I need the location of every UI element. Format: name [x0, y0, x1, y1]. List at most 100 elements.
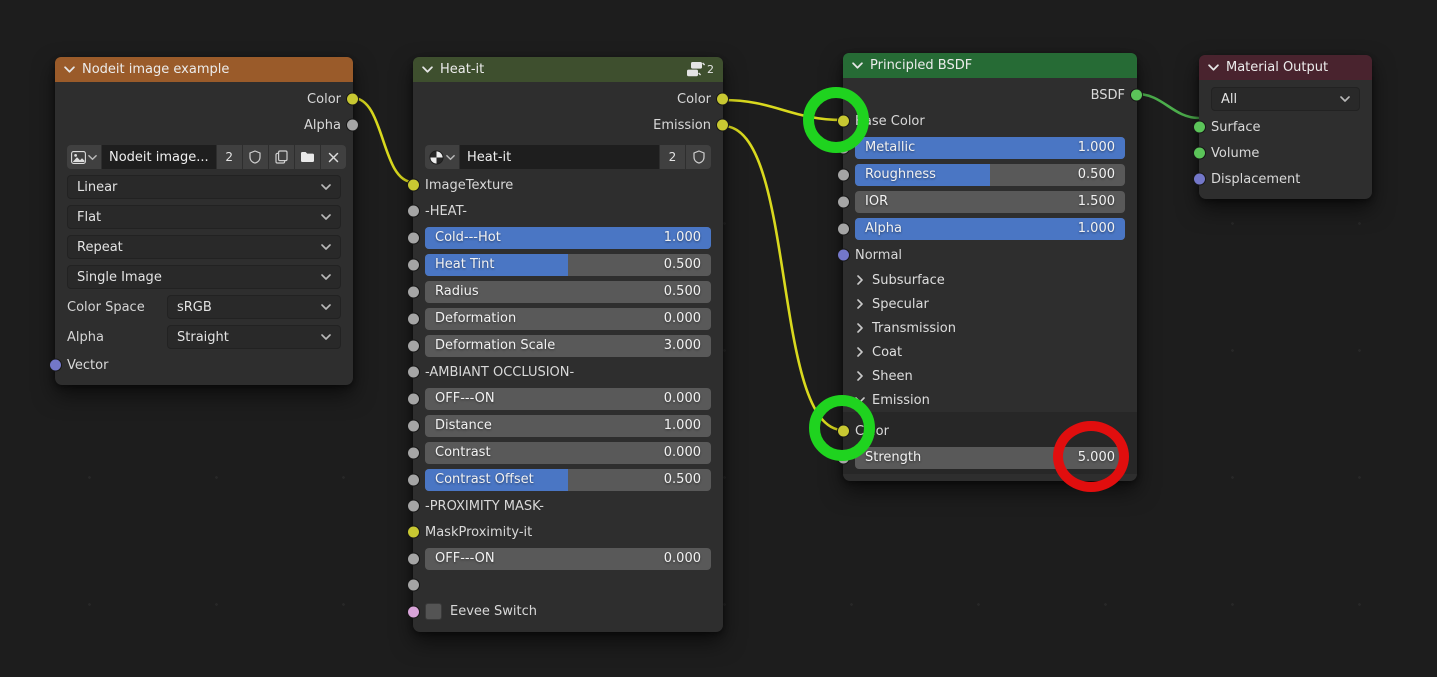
close-icon[interactable]	[321, 145, 346, 169]
node-header-heat-it[interactable]: Heat-it2	[413, 57, 723, 82]
dropdown-flat[interactable]: Flat	[67, 205, 341, 229]
node-principled-bsdf[interactable]: Principled BSDFBSDFBase ColorMetallic1.0…	[843, 53, 1137, 481]
image-name-field[interactable]: Nodeit image...	[102, 145, 216, 169]
slider-roughness[interactable]: Roughness0.500	[855, 164, 1125, 186]
material-output-displacement-socket[interactable]	[1193, 173, 1206, 186]
dropdown-repeat[interactable]: Repeat	[67, 235, 341, 259]
slider-radius[interactable]: Radius0.500	[425, 281, 711, 303]
node-header-material-output[interactable]: Material Output	[1199, 55, 1372, 80]
heat-it-imagetexture-socket[interactable]	[407, 179, 420, 192]
slider-value: 1.000	[664, 230, 701, 245]
principled-bsdf-bsdf-socket[interactable]	[1130, 89, 1143, 102]
shield-icon[interactable]	[243, 145, 268, 169]
chevron-right-icon[interactable]	[855, 347, 865, 357]
folder-icon[interactable]	[295, 145, 320, 169]
image-users-button[interactable]: 2	[217, 145, 242, 169]
section-label: Emission	[872, 393, 930, 408]
gray-socket[interactable]	[407, 231, 420, 244]
gray-socket[interactable]	[837, 195, 850, 208]
material-output-volume-socket[interactable]	[1193, 147, 1206, 160]
chevron-right-icon[interactable]	[855, 299, 865, 309]
node-nodeit-image-example[interactable]: Nodeit image exampleColorAlphaNodeit ima…	[55, 57, 353, 385]
input-label: Vector	[67, 358, 108, 373]
section-emission[interactable]: Emission	[843, 388, 1137, 412]
group-users-button[interactable]: 2	[660, 145, 685, 169]
gray-socket[interactable]	[407, 446, 420, 459]
duplicate-icon[interactable]	[269, 145, 294, 169]
slider-row-contrast: Contrast0.000	[413, 439, 723, 466]
chevron-down-icon	[321, 212, 331, 222]
checkbox-unchecked[interactable]	[425, 603, 442, 620]
slider-off-on[interactable]: OFF---ON0.000	[425, 548, 711, 570]
input--proximity-mask-: -PROXIMITY MASK-	[413, 493, 723, 519]
collapse-chevron-icon[interactable]	[64, 64, 75, 75]
slider-contrast-offset[interactable]: Contrast Offset0.500	[425, 469, 711, 491]
collapse-chevron-icon[interactable]	[1208, 62, 1219, 73]
heat-it--ambiant-occlusion--socket[interactable]	[407, 366, 420, 379]
chevron-right-icon[interactable]	[855, 323, 865, 333]
gray-socket[interactable]	[407, 339, 420, 352]
section-sheen[interactable]: Sheen	[843, 364, 1137, 388]
dropdown-straight[interactable]: Straight	[167, 325, 341, 349]
node-material-output[interactable]: Material OutputAllSurfaceVolumeDisplacem…	[1199, 55, 1372, 199]
heat-it--heat--socket[interactable]	[407, 205, 420, 218]
node-header-nodeit-image-example[interactable]: Nodeit image example	[55, 57, 353, 82]
heat-it-color-socket[interactable]	[716, 93, 729, 106]
principled-bsdf-base-color-socket[interactable]	[837, 115, 850, 128]
gray-socket[interactable]	[407, 473, 420, 486]
section-subsurface[interactable]: Subsurface	[843, 268, 1137, 292]
gray-socket[interactable]	[407, 579, 420, 592]
gray-socket[interactable]	[837, 222, 850, 235]
heat-it--proximity-mask--socket[interactable]	[407, 500, 420, 513]
slider-metallic[interactable]: Metallic1.000	[855, 137, 1125, 159]
slider-contrast[interactable]: Contrast0.000	[425, 442, 711, 464]
group-name-field[interactable]: Heat-it	[460, 145, 659, 169]
dropdown-single-image[interactable]: Single Image	[67, 265, 341, 289]
section-coat[interactable]: Coat	[843, 340, 1137, 364]
users-count: 2	[707, 63, 714, 76]
slider-strength[interactable]: Strength5.000	[855, 447, 1125, 469]
heat-it-maskproximity-it-socket[interactable]	[407, 526, 420, 539]
gray-socket[interactable]	[407, 312, 420, 325]
slider-cold-hot[interactable]: Cold---Hot1.000	[425, 227, 711, 249]
gray-socket[interactable]	[837, 451, 850, 464]
collapse-chevron-icon[interactable]	[422, 64, 433, 75]
section-transmission[interactable]: Transmission	[843, 316, 1137, 340]
gray-socket[interactable]	[837, 168, 850, 181]
chevron-right-icon[interactable]	[855, 371, 865, 381]
slider-ior[interactable]: IOR1.500	[855, 191, 1125, 213]
dropdown-all[interactable]: All	[1211, 87, 1360, 111]
gray-socket[interactable]	[407, 552, 420, 565]
slider-heat-tint[interactable]: Heat Tint0.500	[425, 254, 711, 276]
material-output-surface-socket[interactable]	[1193, 121, 1206, 134]
slider-alpha[interactable]: Alpha1.000	[855, 218, 1125, 240]
principled-bsdf-color-socket[interactable]	[837, 425, 850, 438]
collapse-chevron-icon[interactable]	[852, 60, 863, 71]
gray-socket[interactable]	[407, 285, 420, 298]
pink-socket[interactable]	[407, 605, 420, 618]
shield-icon[interactable]	[686, 145, 711, 169]
section-specular[interactable]: Specular	[843, 292, 1137, 316]
gray-socket[interactable]	[837, 141, 850, 154]
chevron-right-icon[interactable]	[855, 275, 865, 285]
dropdown-linear[interactable]: Linear	[67, 175, 341, 199]
principled-bsdf-normal-socket[interactable]	[837, 249, 850, 262]
node-heat-it[interactable]: Heat-it2ColorEmissionHeat-it2ImageTextur…	[413, 57, 723, 632]
slider-off-on[interactable]: OFF---ON0.000	[425, 388, 711, 410]
chevron-down-icon[interactable]	[855, 395, 865, 405]
heat-it-emission-socket[interactable]	[716, 119, 729, 132]
node-group-icon[interactable]	[425, 145, 459, 169]
image-icon[interactable]	[67, 145, 101, 169]
nodeit-image-example-alpha-socket[interactable]	[346, 119, 359, 132]
gray-socket[interactable]	[407, 258, 420, 271]
gray-socket[interactable]	[407, 419, 420, 432]
slider-distance[interactable]: Distance1.000	[425, 415, 711, 437]
nodeit-image-example-color-socket[interactable]	[346, 93, 359, 106]
dropdown-srgb[interactable]: sRGB	[167, 295, 341, 319]
node-header-principled-bsdf[interactable]: Principled BSDF	[843, 53, 1137, 78]
node-editor-canvas[interactable]: Nodeit image exampleColorAlphaNodeit ima…	[0, 0, 1437, 677]
slider-deformation[interactable]: Deformation0.000	[425, 308, 711, 330]
gray-socket[interactable]	[407, 392, 420, 405]
nodeit-image-example-vector-socket[interactable]	[49, 359, 62, 372]
slider-deformation-scale[interactable]: Deformation Scale3.000	[425, 335, 711, 357]
